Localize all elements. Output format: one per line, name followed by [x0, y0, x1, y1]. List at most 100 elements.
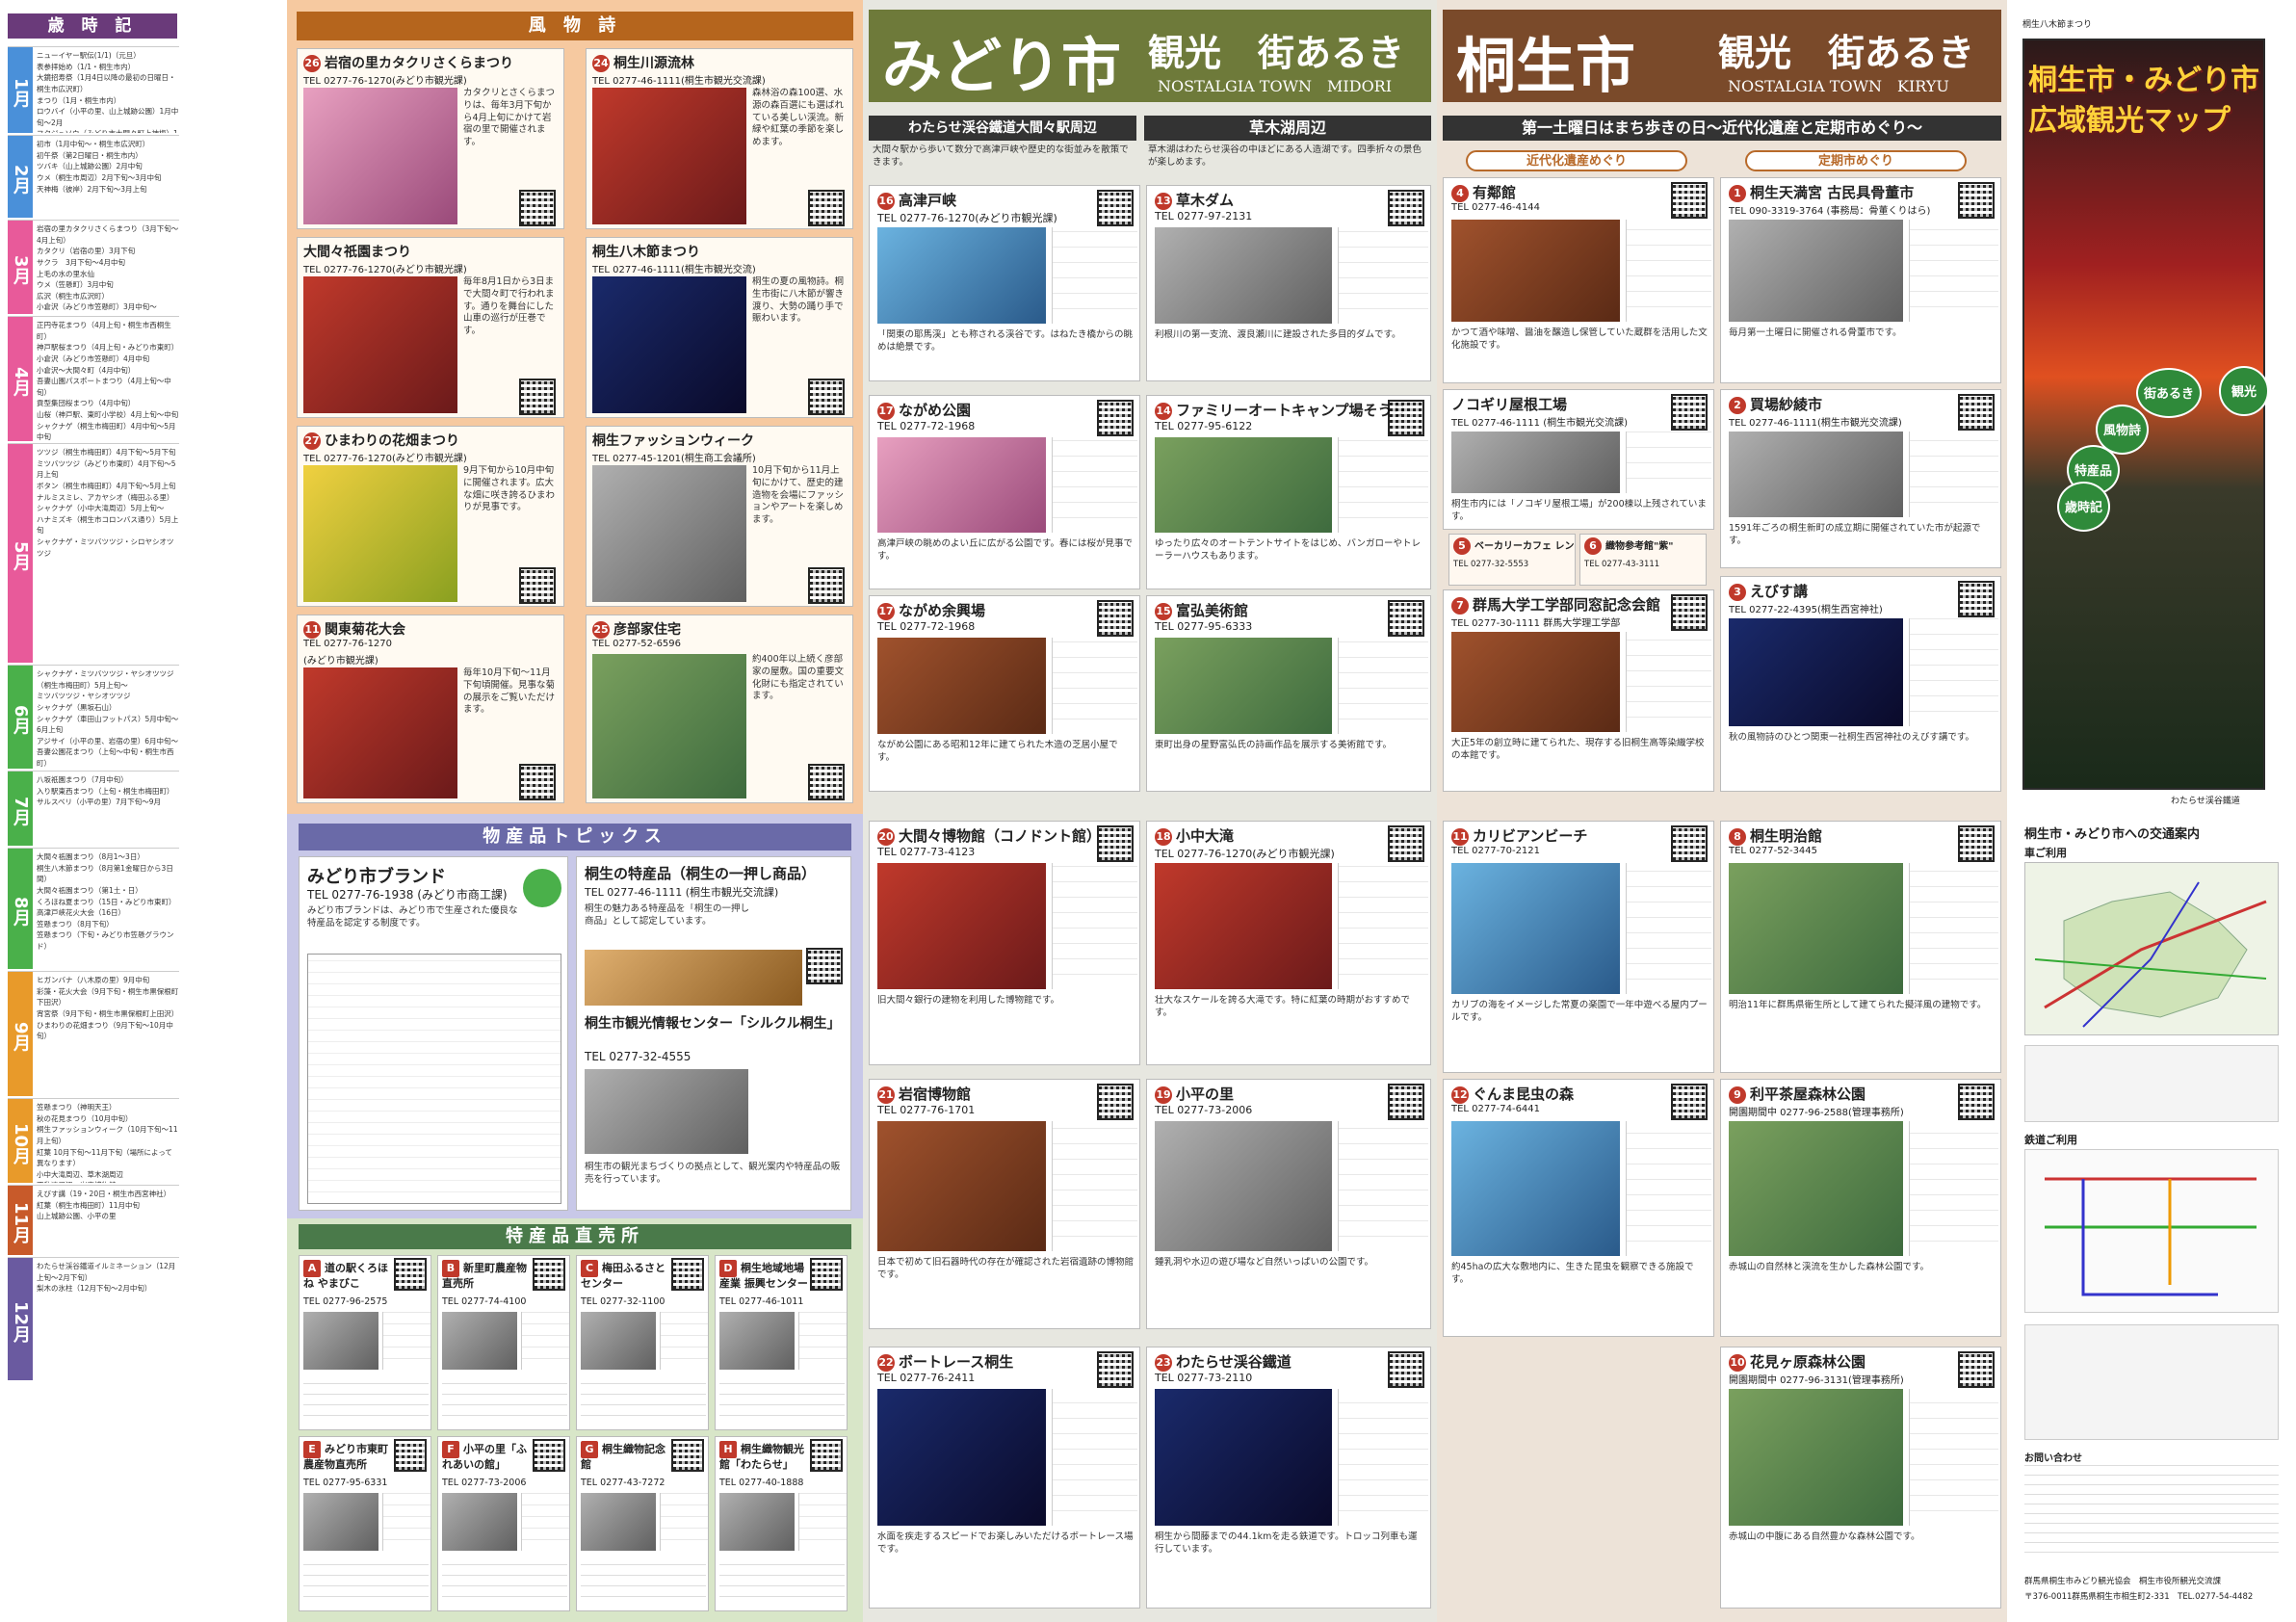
fuubutsu-photo — [303, 465, 457, 602]
spot-title: 10 花見ヶ原森林公園 — [1729, 1351, 1866, 1372]
qr-code-icon — [808, 764, 845, 800]
mini-title-text: 織物参考館"紫" — [1605, 541, 1674, 552]
kiryu-spot-card: 8 桐生明治館 TEL 0277-52-3445 明治11年に群馬県衛生所として建てら… — [1720, 821, 2001, 1073]
kiryu-panel: 桐生市 観光 街あるき NOSTALGIA TOWN KIRYU 第一土曜日はま… — [1437, 0, 2007, 1622]
spot-tel: TEL 0277-72-1968 — [877, 620, 976, 633]
midori-spot-card: 21 岩宿博物館 TEL 0277-76-1701 日本で初めて旧石器時代の存在が確認… — [869, 1079, 1140, 1329]
spot-number-badge: 6 — [1584, 537, 1602, 555]
kiryu-spot-card: 11 カリビアンビーチ TEL 0277-70-2121 カリブの海をイメージした常夏… — [1443, 821, 1714, 1073]
spot-info — [1626, 1121, 1711, 1256]
spot-desc: 大正5年の創立時に建てられた、現存する旧桐生高等染織学校の本館です。 — [1451, 738, 1705, 761]
spot-tel: TEL 0277-73-2110 — [1155, 1372, 1253, 1384]
spot-title: 15 富弘美術館 — [1155, 600, 1248, 620]
fuubutsu-card: 桐生ファッションウィーク TEL 0277-45-1201(桐生商工会議所) 10月… — [586, 426, 853, 607]
chokubai-tel: TEL 0277-46-1011 — [719, 1296, 804, 1307]
chokubai-panel: 特産品直売所 A 道の駅くろほね やまびこ TEL 0277-96-2575 B 新里町… — [287, 1218, 863, 1622]
spot-title: 16 高津戸峡 — [877, 190, 956, 210]
chokubai-desc-lines — [581, 1375, 706, 1426]
access-car-label: 車ご利用 — [2024, 847, 2067, 859]
chokubai-desc-lines — [442, 1557, 567, 1607]
spot-number-badge: 5 — [1453, 537, 1471, 555]
fuubutsu-desc: 毎年10月下旬～11月下旬頃開催。見事な菊の展示をご覧いただけます。 — [463, 667, 556, 716]
spot-title-text: 花見ヶ原森林公園 — [1750, 1353, 1866, 1371]
chokubai-title: G 桐生織物記念館 — [581, 1441, 673, 1472]
access-contacts-table — [2024, 1465, 2279, 1561]
fuubutsu-title: 27 ひまわりの花畑まつり — [303, 431, 459, 450]
spot-number-badge: 7 — [1451, 596, 1469, 615]
spot-desc: ゆったり広々のオートテントサイトをはじめ、バンガローやトレーラーハウスもあります… — [1155, 538, 1421, 562]
spot-number-badge: 4 — [1451, 184, 1469, 202]
calendar-month-row: 4月 正円寺花まつり（4月上旬・桐生市西桐生町） 神戸駅桜まつり（4月上旬・みどり… — [8, 316, 179, 441]
calendar-month-label: 8月 — [8, 849, 33, 969]
calendar-month-row: 8月 大間々祇園まつり（8月1～3日） 桐生八木節まつり（8月第1金曜日から3日間… — [8, 848, 179, 969]
fuubutsu-title: 11 関東菊花大会 — [303, 619, 405, 639]
chokubai-photo — [581, 1493, 656, 1551]
spot-title-text: 草木ダム — [1176, 192, 1235, 209]
spot-info — [1626, 432, 1711, 493]
chokubai-letter-badge: A — [303, 1260, 321, 1277]
spot-number-badge: 12 — [1451, 1086, 1469, 1104]
rail-diagram — [2045, 1177, 2257, 1296]
bussan-panel: 物産品トピックス みどり市ブランド TEL 0277-76-1938 (みどり市… — [287, 814, 863, 1218]
spot-number-badge: 16 — [877, 192, 895, 210]
spot-title-text: ながめ公園 — [899, 402, 972, 419]
qr-code-icon — [1097, 1084, 1134, 1120]
brand-logo-icon — [523, 869, 561, 907]
spot-number-badge: 13 — [1155, 192, 1172, 210]
midori-spot-card: 14 ファミリーオートキャンプ場そうり TEL 0277-95-6122 ゆったり広々… — [1146, 395, 1431, 589]
spot-title-text: 大間々博物館（コノドント館） — [899, 827, 1102, 845]
spot-desc: 高津戸峡の眺めのよい丘に広がる公園です。春には桜が見事です。 — [877, 538, 1134, 562]
spot-tel: TEL 0277-73-4123 — [877, 846, 976, 858]
qr-code-icon — [1097, 190, 1134, 226]
spot-desc: 利根川の第一支流、渡良瀬川に建設された多目的ダムです。 — [1155, 329, 1401, 340]
midori-subtitle: NOSTALGIA TOWN MIDORI — [1158, 77, 1393, 95]
midori-spot-card: 15 富弘美術館 TEL 0277-95-6333 東町出身の星野富弘氏の詩画作品を展… — [1146, 595, 1431, 792]
spot-number-badge: 3 — [1729, 583, 1746, 601]
fuubutsu-photo — [592, 276, 746, 413]
spot-title: 22 ボートレース桐生 — [877, 1351, 1013, 1372]
spot-tel: TEL 0277-70-2121 — [1451, 846, 1541, 856]
fuubutsu-card: 26 岩宿の里カタクリさくらまつり TEL 0277-76-1270(みどり市観光課… — [297, 48, 564, 229]
spot-photo — [1155, 1121, 1332, 1251]
fuubutsu-title-text: 大間々祇園まつり — [303, 245, 411, 260]
spot-title-text: えびす講 — [1750, 583, 1809, 600]
fuubutsu-title-text: ひまわりの花畑まつり — [325, 433, 459, 449]
kiryu-spot-card: 1 桐生天満宮 古民具骨董市 TEL 090-3319-3764 (事務局：骨董くり… — [1720, 177, 2001, 383]
fuubutsu-card: 大間々祇園まつり TEL 0277-76-1270(みどり市観光課) 毎年8月1日か… — [297, 237, 564, 418]
calendar-month-label: 11月 — [8, 1186, 33, 1255]
access-footer1: 群馬県桐生市みどり観光協会 桐生市役所観光交流課 — [2024, 1577, 2222, 1586]
spot-title: 23 わたらせ渓谷鐵道 — [1155, 1351, 1292, 1372]
spot-info — [1052, 863, 1137, 989]
spot-title: 17 ながめ余興場 — [877, 600, 985, 620]
spot-photo — [1729, 220, 1903, 322]
calendar-month-row: 12月 わたらせ渓谷鐵道イルミネーション（12月上旬～2月下旬） 梨木の氷柱（12… — [8, 1257, 179, 1380]
chokubai-tel: TEL 0277-40-1888 — [719, 1478, 804, 1488]
brand-table — [307, 954, 561, 1204]
kiryu-city-name: 桐生市 — [1456, 31, 1636, 101]
midori-spot-card: 23 わたらせ渓谷鐵道 TEL 0277-73-2110 桐生から間藤までの44.1k… — [1146, 1347, 1431, 1609]
spot-title-text: 小中大滝 — [1176, 827, 1235, 845]
chokubai-title: E みどり市東町 農産物直売所 — [303, 1441, 396, 1472]
kiryu-spot-card: 9 利平茶屋森林公園 開園期間中 0277-96-2588(管理事務所) 赤城山の自然… — [1720, 1079, 2001, 1337]
tokusan-photo — [585, 950, 802, 1006]
access-rail-label: 鉄道ご利用 — [2024, 1134, 2077, 1146]
qr-code-icon — [808, 379, 845, 415]
chokubai-letter-badge: G — [581, 1441, 598, 1458]
fuubutsu-title: 大間々祇園まつり — [303, 242, 411, 261]
spot-info — [1338, 863, 1428, 989]
spot-photo — [1729, 1389, 1903, 1526]
cover-tag: 観光 — [2219, 366, 2269, 416]
chokubai-title: D 桐生地域地場産業 振興センター — [719, 1260, 812, 1291]
spot-desc: 桐生から間藤までの44.1kmを走る鉄道です。トロッコ列車も運行しています。 — [1155, 1531, 1418, 1555]
calendar-month-label: 9月 — [8, 972, 33, 1096]
spot-title-text: 買場紗綾市 — [1750, 396, 1823, 413]
midori-spot-card: 18 小中大滝 TEL 0277-76-1270(みどり市観光課) 壮大なスケールを誇… — [1146, 821, 1431, 1065]
fuubutsu-desc: 森林浴の森100選、水源の森百選にも選ばれている美しい渓流。新緑や紅葉の季節を楽… — [752, 88, 845, 148]
calendar-month-row: 5月 ツツジ（桐生市梅田町）4月下旬～5月下旬 ミツバツツジ（みどり市東町）4月下… — [8, 443, 179, 663]
spot-title-text: わたらせ渓谷鐵道 — [1176, 1353, 1292, 1371]
spot-title-text: 有鄰館 — [1473, 184, 1517, 201]
kiryu-spot-card: 12 ぐんま昆虫の森 TEL 0277-74-6441 約45haの広大な敷地内に、生… — [1443, 1079, 1714, 1337]
qr-code-icon — [519, 190, 556, 226]
kiryu-spot-card: ノコギリ屋根工場 TEL 0277-46-1111 (桐生市観光交流課) 桐生市内に… — [1443, 389, 1714, 530]
chokubai-heading: 特産品直売所 — [299, 1224, 851, 1249]
